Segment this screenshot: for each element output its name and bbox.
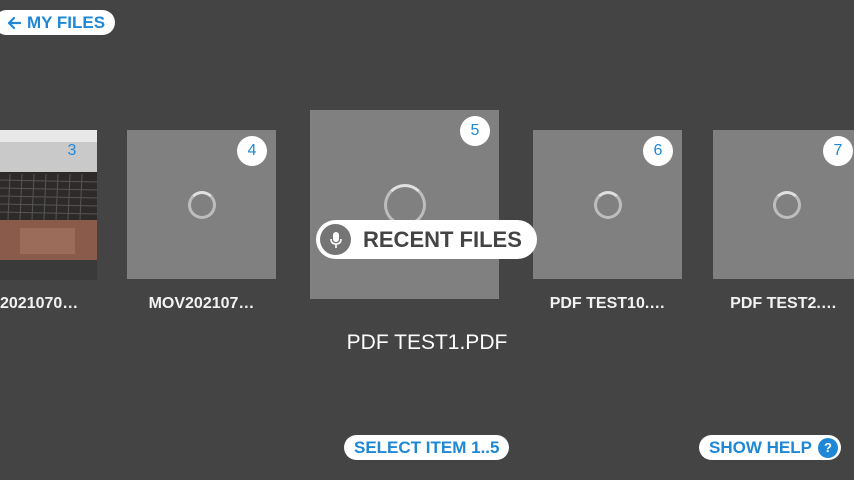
- show-help-label: SHOW HELP: [709, 437, 812, 457]
- loading-spinner-icon: [593, 190, 622, 219]
- voice-command-label: RECENT FILES: [363, 226, 522, 252]
- loading-spinner-icon: [773, 190, 801, 219]
- file-thumbnail-7[interactable]: 7: [713, 130, 854, 279]
- file-number-6: 6: [643, 136, 673, 166]
- file-thumbnail-5[interactable]: 5: [310, 110, 499, 299]
- file-thumbnail-4[interactable]: 4: [127, 130, 276, 279]
- voice-command-tooltip: RECENT FILES: [316, 220, 537, 259]
- loading-spinner-icon: [187, 190, 216, 219]
- file-thumbnail-3[interactable]: 3: [0, 130, 97, 280]
- select-item-button[interactable]: SELECT ITEM 1..5: [344, 435, 510, 460]
- file-number-7: 7: [823, 136, 853, 166]
- file-name-5: PDF TEST1.PDF: [346, 331, 508, 354]
- help-question-icon: ?: [817, 437, 838, 458]
- file-name-7: PDF TEST2.…: [730, 295, 837, 312]
- file-name-4: MOV202107…: [148, 295, 255, 312]
- show-help-button[interactable]: SHOW HELP ?: [699, 435, 841, 460]
- my-files-label: MY FILES: [27, 12, 106, 32]
- file-thumbnail-6[interactable]: 6: [533, 130, 682, 279]
- select-item-label: SELECT ITEM 1..5: [354, 437, 500, 457]
- file-number-5: 5: [460, 116, 490, 146]
- my-files-back-button[interactable]: MY FILES: [0, 10, 116, 35]
- file-number-4: 4: [237, 136, 267, 166]
- file-name-3: 2021070…: [0, 295, 79, 312]
- file-number-3: 3: [67, 142, 77, 159]
- mic-icon: [320, 224, 351, 255]
- arrow-left-icon: [7, 16, 22, 29]
- file-name-6: PDF TEST10.…: [549, 295, 666, 312]
